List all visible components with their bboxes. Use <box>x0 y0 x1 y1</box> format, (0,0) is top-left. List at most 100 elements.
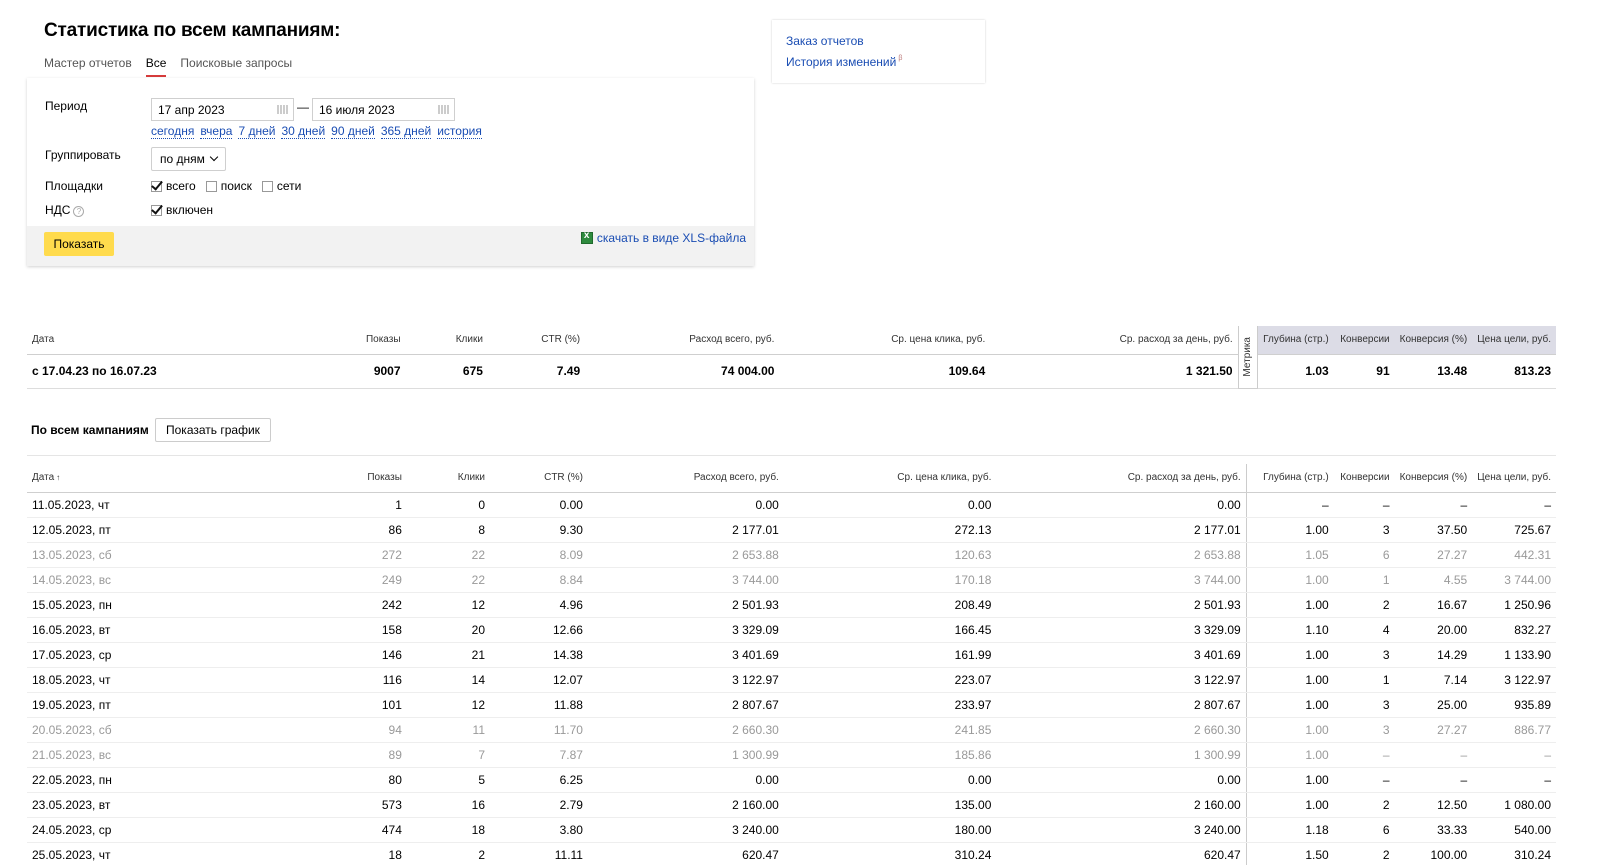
col-header-clicks[interactable]: Клики <box>406 464 491 493</box>
col-header-goal-cost[interactable]: Цена цели, руб. <box>1472 326 1556 355</box>
table-cell: 11.70 <box>490 717 588 743</box>
col-header-total-spend[interactable]: Расход всего, руб. <box>585 326 780 355</box>
table-cell: 12.05.2023, пт <box>27 517 214 543</box>
date-to-value: 16 июля 2023 <box>319 103 395 117</box>
col-header-avg-cpc[interactable]: Ср. цена клика, руб. <box>779 326 991 355</box>
table-cell: – <box>1245 492 1334 518</box>
col-header-goal-cost[interactable]: Цена цели, руб. <box>1472 464 1556 493</box>
table-cell: 2.79 <box>490 792 588 818</box>
change-history-label: История изменений <box>786 55 897 69</box>
period-quick-links: сегодня вчера 7 дней 30 дней 90 дней 365… <box>151 124 482 139</box>
vat-included-label: включен <box>166 203 214 217</box>
col-header-clicks[interactable]: Клики <box>405 326 488 355</box>
quick-link-today[interactable]: сегодня <box>151 124 195 139</box>
table-cell: 1.00 <box>1245 567 1334 593</box>
col-header-conversion-rate[interactable]: Конверсия (%) <box>1394 464 1473 493</box>
quick-link-90-days[interactable]: 90 дней <box>331 124 375 139</box>
download-xls-link[interactable]: скачать в виде XLS-файла <box>580 230 746 245</box>
table-cell: 3 122.97 <box>996 667 1247 693</box>
table-cell: 935.89 <box>1472 692 1556 718</box>
table-row: 13.05.2023, сб 272 22 8.09 2 653.88 120.63 2 6… <box>27 542 1556 568</box>
table-cell: 620.47 <box>996 842 1247 865</box>
table-cell: 1.00 <box>1245 742 1334 768</box>
quick-link-yesterday[interactable]: вчера <box>200 124 233 139</box>
table-cell: 6 <box>1333 817 1395 843</box>
show-button[interactable]: Показать <box>44 232 114 256</box>
table-cell: 11.05.2023, чт <box>27 492 214 518</box>
col-header-ctr[interactable]: CTR (%) <box>487 326 586 355</box>
table-cell: – <box>1394 742 1473 768</box>
table-cell: 11.11 <box>490 842 588 865</box>
table-cell: 22.05.2023, пн <box>27 767 214 793</box>
change-history-link[interactable]: История изменений β <box>786 55 902 69</box>
col-header-conversions[interactable]: Конверсии <box>1333 464 1395 493</box>
metrika-toggle-tab[interactable]: Метрика <box>1237 326 1259 389</box>
table-cell: 474 <box>213 817 407 843</box>
calendar-icon[interactable] <box>277 105 288 114</box>
col-header-conversions[interactable]: Конверсии <box>1333 326 1395 355</box>
col-header-total-spend[interactable]: Расход всего, руб. <box>587 464 784 493</box>
table-cell: 1.10 <box>1245 617 1334 643</box>
calendar-icon[interactable] <box>438 105 449 114</box>
quick-link-365-days[interactable]: 365 дней <box>380 124 432 139</box>
table-cell: 37.50 <box>1394 517 1473 543</box>
table-cell: 2 501.93 <box>587 592 784 618</box>
col-header-date[interactable]: Дата ↑ <box>27 464 214 493</box>
col-header-avg-daily-spend[interactable]: Ср. расход за день, руб. <box>996 464 1247 493</box>
table-cell: 12 <box>406 692 491 718</box>
table-cell: 3 122.97 <box>1472 667 1556 693</box>
date-to-input[interactable]: 16 июля 2023 <box>312 98 455 121</box>
daily-header-row: Дата ↑ Показы Клики CTR (%) Расход всего,… <box>27 464 1556 493</box>
col-header-impressions[interactable]: Показы <box>213 326 406 355</box>
table-cell: 3 744.00 <box>587 567 784 593</box>
platform-networks-checkbox[interactable] <box>261 180 273 192</box>
tab-report-master[interactable]: Мастер отчетов <box>44 56 132 77</box>
table-cell: – <box>1333 492 1395 518</box>
tab-all[interactable]: Все <box>145 56 167 77</box>
quick-link-30-days[interactable]: 30 дней <box>281 124 326 139</box>
summary-table: Дата Показы Клики CTR (%) Расход всего, … <box>27 326 1556 389</box>
col-header-impressions[interactable]: Показы <box>213 464 407 493</box>
table-cell: 18 <box>406 817 491 843</box>
platform-all-checkbox[interactable] <box>151 180 162 192</box>
show-chart-button[interactable]: Показать график <box>155 418 271 442</box>
table-cell: 161.99 <box>783 642 997 668</box>
summary-cell: 9007 <box>213 354 406 389</box>
col-header-date[interactable]: Дата <box>27 326 214 355</box>
col-header-ctr[interactable]: CTR (%) <box>490 464 588 493</box>
table-cell: 241.85 <box>783 717 997 743</box>
table-cell: 22 <box>406 542 491 568</box>
quick-link-history[interactable]: история <box>437 124 482 139</box>
col-header-avg-cpc[interactable]: Ср. цена клика, руб. <box>783 464 997 493</box>
table-cell: 3 240.00 <box>587 817 784 843</box>
table-cell: 3 <box>1333 517 1395 543</box>
table-cell: 1.05 <box>1245 542 1334 568</box>
excel-file-icon <box>580 230 593 244</box>
summary-cell: 7.49 <box>487 354 586 389</box>
col-header-conversion-rate[interactable]: Конверсия (%) <box>1394 326 1473 355</box>
table-cell: 1.50 <box>1245 842 1334 865</box>
col-header-avg-daily-spend[interactable]: Ср. расход за день, руб. <box>990 326 1239 355</box>
table-cell: 3 <box>1333 692 1395 718</box>
table-cell: 725.67 <box>1472 517 1556 543</box>
table-cell: 2 160.00 <box>996 792 1247 818</box>
table-cell: 442.31 <box>1472 542 1556 568</box>
tab-search-queries[interactable]: Поисковые запросы <box>180 56 292 77</box>
help-icon[interactable]: ? <box>73 206 85 217</box>
table-cell: 2 807.67 <box>587 692 784 718</box>
table-cell: 4.55 <box>1394 567 1473 593</box>
table-cell: – <box>1472 492 1556 518</box>
platform-search-checkbox[interactable] <box>205 180 217 192</box>
order-reports-link[interactable]: Заказ отчетов <box>786 34 864 48</box>
quick-link-7-days[interactable]: 7 дней <box>238 124 276 139</box>
report-filter-panel: Период 17 апр 2023 — 16 июля 2023 сегодн… <box>27 78 754 266</box>
table-cell: 7 <box>406 742 491 768</box>
group-by-select[interactable]: по дням <box>151 147 226 171</box>
col-header-depth[interactable]: Глубина (стр.) <box>1257 326 1334 355</box>
table-row: 11.05.2023, чт 1 0 0.00 0.00 0.00 0.00– – – – <box>27 492 1556 518</box>
vat-included-checkbox[interactable] <box>151 204 162 216</box>
group-label: Группировать <box>45 148 121 162</box>
table-cell: 3.80 <box>490 817 588 843</box>
date-from-input[interactable]: 17 апр 2023 <box>151 98 294 121</box>
col-header-depth[interactable]: Глубина (стр.) <box>1245 464 1334 493</box>
